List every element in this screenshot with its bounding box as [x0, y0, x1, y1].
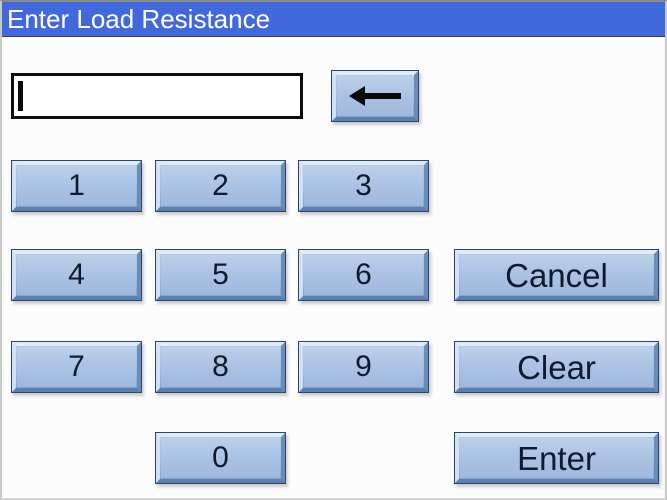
key-9-face: 9: [304, 347, 423, 387]
key-4-face: 4: [17, 255, 136, 295]
key-1[interactable]: 1: [11, 160, 142, 212]
key-4-label: 4: [68, 258, 85, 291]
key-7[interactable]: 7: [11, 341, 142, 393]
cancel-button[interactable]: Cancel: [454, 249, 659, 301]
key-6-face: 6: [304, 255, 423, 295]
key-8[interactable]: 8: [155, 341, 286, 393]
backspace-button[interactable]: [331, 70, 419, 122]
key-0-label: 0: [212, 441, 229, 474]
key-1-face: 1: [17, 166, 136, 206]
key-2-label: 2: [212, 169, 229, 202]
cancel-button-face: Cancel: [460, 255, 653, 295]
key-3-label: 3: [355, 169, 372, 202]
key-9-label: 9: [355, 350, 372, 383]
backspace-button-face: [337, 76, 413, 116]
enter-button[interactable]: Enter: [454, 432, 659, 484]
clear-button[interactable]: Clear: [454, 341, 659, 393]
key-2[interactable]: 2: [155, 160, 286, 212]
key-5[interactable]: 5: [155, 249, 286, 301]
load-resistance-input[interactable]: [11, 73, 303, 119]
enter-button-label: Enter: [517, 439, 596, 477]
key-6[interactable]: 6: [298, 249, 429, 301]
key-1-label: 1: [68, 169, 85, 202]
key-7-label: 7: [68, 350, 85, 383]
key-3-face: 3: [304, 166, 423, 206]
enter-button-face: Enter: [460, 438, 653, 478]
clear-button-label: Clear: [517, 348, 596, 386]
key-7-face: 7: [17, 347, 136, 387]
cancel-button-label: Cancel: [505, 256, 608, 294]
key-0[interactable]: 0: [155, 432, 286, 484]
key-9[interactable]: 9: [298, 341, 429, 393]
key-5-label: 5: [212, 258, 229, 291]
text-caret: [18, 81, 23, 111]
title-bar: Enter Load Resistance: [2, 2, 665, 37]
page-title: Enter Load Resistance: [7, 4, 271, 34]
clear-button-face: Clear: [460, 347, 653, 387]
left-arrow-icon: [349, 86, 401, 106]
key-0-face: 0: [161, 438, 280, 478]
key-3[interactable]: 3: [298, 160, 429, 212]
key-8-label: 8: [212, 350, 229, 383]
key-2-face: 2: [161, 166, 280, 206]
key-4[interactable]: 4: [11, 249, 142, 301]
dialog-window: Enter Load Resistance 1 2 3 4 5 6 7 8 9 …: [0, 0, 667, 500]
key-8-face: 8: [161, 347, 280, 387]
key-6-label: 6: [355, 258, 372, 291]
key-5-face: 5: [161, 255, 280, 295]
